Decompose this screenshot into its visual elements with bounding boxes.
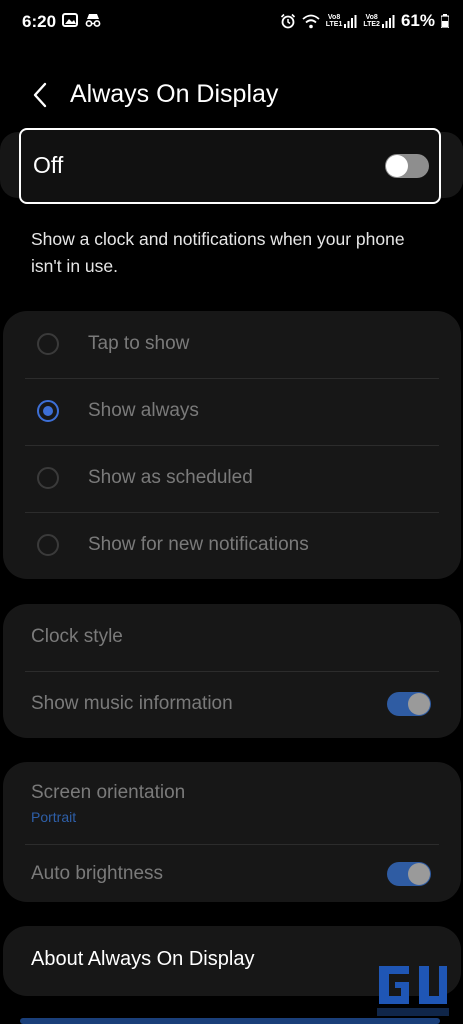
music-info-label: Show music information (31, 693, 233, 714)
page-title: Always On Display (70, 80, 279, 108)
radio-button[interactable] (37, 534, 59, 556)
incognito-icon (85, 14, 101, 27)
display-mode-card: Tap to show Show always Show as schedule… (3, 311, 461, 579)
signal-icon-2 (381, 15, 395, 28)
signal-icon-1 (344, 15, 357, 28)
mode-label: Tap to show (88, 333, 190, 354)
mode-label: Show always (88, 400, 199, 421)
auto-brightness-label: Auto brightness (31, 863, 164, 884)
screen-orientation-item[interactable]: Screen orientation (31, 782, 185, 804)
gallery-icon (62, 13, 78, 27)
switch-knob (386, 155, 408, 177)
radio-button[interactable] (37, 333, 59, 355)
status-time: 6:20 (22, 12, 57, 31)
orientation-card: Screen orientation Portrait Auto brightn… (3, 762, 461, 902)
music-info-switch[interactable] (387, 692, 431, 716)
mode-show-for-new-notifications[interactable]: Show for new notifications (3, 512, 461, 579)
back-button[interactable] (24, 78, 56, 112)
orientation-value: Portrait (31, 809, 77, 825)
master-toggle-row[interactable]: Off (0, 128, 463, 204)
mode-tap-to-show[interactable]: Tap to show (3, 311, 461, 378)
switch-knob (408, 863, 430, 885)
switch-knob (408, 693, 430, 715)
alarm-icon (280, 13, 295, 29)
master-toggle-box[interactable]: Off (19, 128, 441, 204)
battery-icon (441, 14, 449, 28)
mode-show-always[interactable]: Show always (3, 378, 461, 445)
wifi-icon (302, 14, 320, 28)
clock-style-item[interactable]: Clock style (31, 626, 123, 648)
feature-description: Show a clock and notifications when your… (31, 229, 405, 276)
network-label-2: Vo8 LTE2 (363, 14, 380, 28)
mode-label: Show for new notifications (88, 534, 309, 555)
master-toggle-label: Off (33, 152, 64, 178)
master-switch[interactable] (385, 154, 429, 178)
clock-card: Clock style Show music information (3, 604, 461, 738)
auto-brightness-switch[interactable] (387, 862, 431, 886)
about-label: About Always On Display (31, 948, 255, 970)
divider (25, 671, 439, 672)
network-label-1: Vo8 LTE1 (325, 14, 343, 28)
battery-percent: 61% (400, 11, 435, 30)
mode-show-as-scheduled[interactable]: Show as scheduled (3, 445, 461, 512)
radio-button[interactable] (37, 467, 59, 489)
watermark-logo-icon (377, 966, 449, 1016)
status-bar: 6:20 Vo8 LTE1 Vo8 LTE2 61% (0, 0, 463, 44)
divider (25, 844, 439, 845)
mode-label: Show as scheduled (88, 467, 253, 488)
radio-button-selected[interactable] (37, 400, 59, 422)
bottom-indicator (20, 1018, 440, 1024)
back-arrow-icon (33, 82, 47, 108)
app-header: Always On Display (0, 70, 463, 120)
